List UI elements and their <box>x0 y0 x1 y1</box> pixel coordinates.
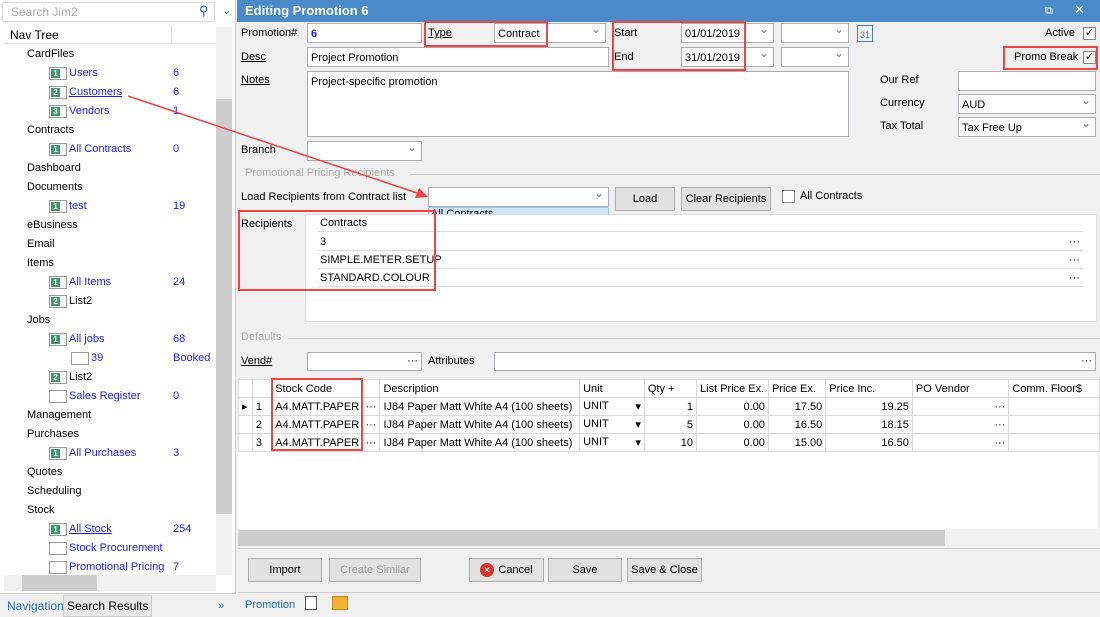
annotation-overlay <box>127 21 1098 451</box>
